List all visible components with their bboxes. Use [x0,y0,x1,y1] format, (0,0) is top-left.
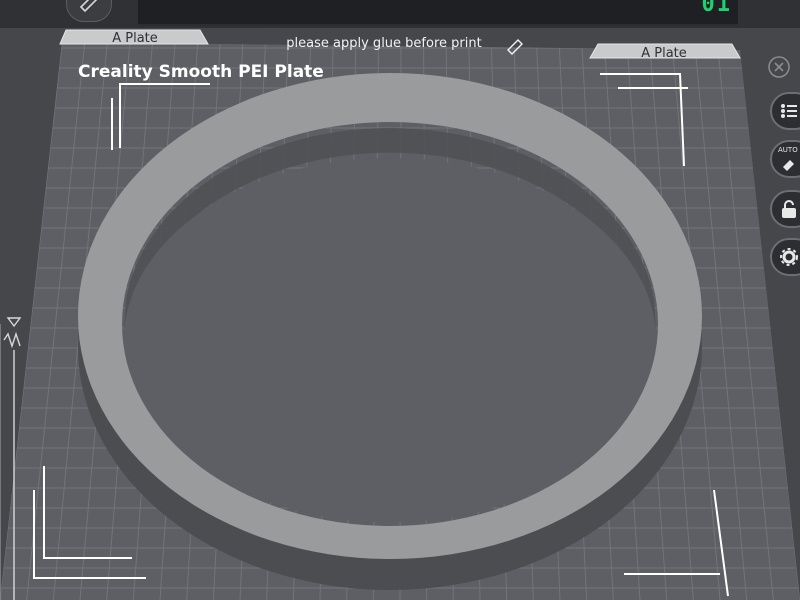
lock-icon [782,200,796,218]
gear-icon [780,248,798,266]
ring-hole-floor [124,158,656,522]
plate-name: Creality Smooth PEI Plate [78,62,324,82]
close-button[interactable] [762,48,800,86]
auto-arrange-icon [783,160,794,171]
plate-tab-right-label: A Plate [641,46,687,61]
lock-button[interactable] [770,190,800,228]
object-list-button[interactable] [770,92,800,130]
list-icon [781,104,797,118]
build-plate-scene[interactable]: A Plate A Plate please apply glue before… [0,0,800,600]
settings-button[interactable] [770,238,800,276]
glue-note: please apply glue before print [286,36,481,51]
close-icon [768,56,790,78]
auto-label: AUTO [778,146,798,154]
auto-arrange-button[interactable]: AUTO [770,140,800,178]
plate-tab-left-label: A Plate [112,31,158,46]
